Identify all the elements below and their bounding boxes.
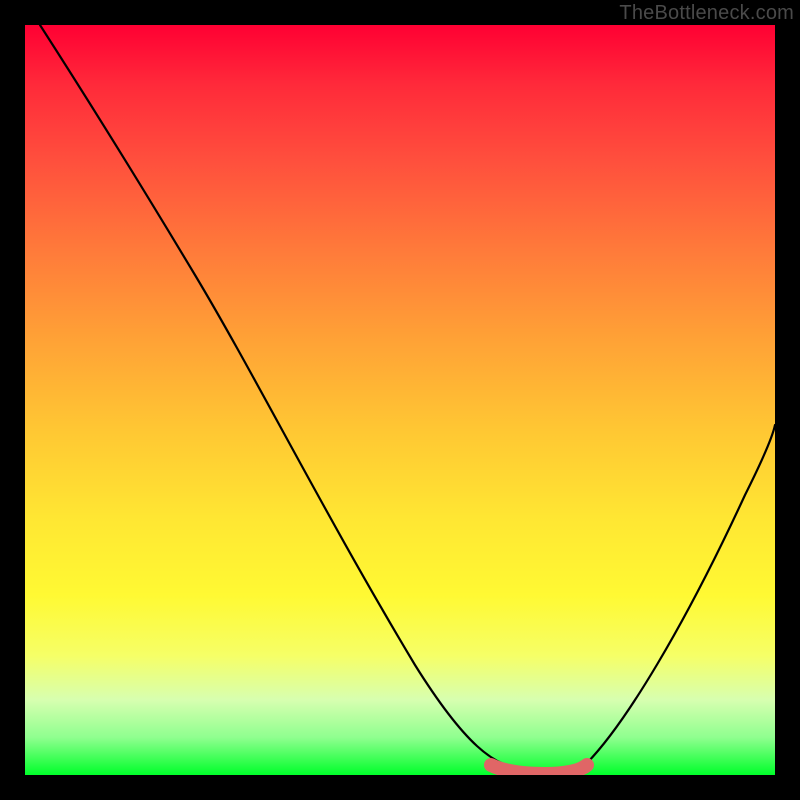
watermark-text: TheBottleneck.com — [619, 2, 794, 25]
plot-background — [25, 25, 775, 775]
chart-frame: TheBottleneck.com — [0, 0, 800, 800]
